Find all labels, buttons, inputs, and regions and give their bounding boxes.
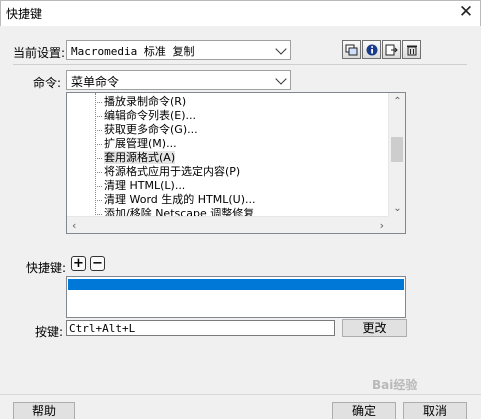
command-label: 命令: [33,76,62,90]
shortcut-list-item-selected[interactable] [68,279,404,290]
tree-item[interactable]: 将源格式应用于选定内容(P) [95,165,240,179]
tree-item[interactable]: 清理 Word 生成的 HTML(U)... [95,193,256,207]
shortcuts-label: 快捷键: [26,261,67,275]
tree-item[interactable]: 清理 HTML(L)... [95,179,185,193]
delete-set-icon [406,45,417,55]
shortcut-list[interactable] [66,276,406,318]
export-html-button[interactable] [382,40,401,59]
key-label: 按键: [35,325,64,339]
info-icon [366,44,377,55]
watermark: Bai经验 [372,378,418,392]
chevron-down-icon [275,43,287,55]
scrollbar-corner [388,216,405,233]
info-button[interactable] [362,40,381,59]
scroll-left-icon[interactable]: ‹ [72,219,76,232]
tree-item[interactable]: 播放录制命令(R) [95,95,186,109]
key-value: Ctrl+Alt+L [69,322,136,335]
chevron-down-icon [275,73,287,85]
help-button[interactable]: 帮助 [13,402,75,419]
close-button[interactable]: ✕ [451,0,481,26]
ok-button[interactable]: 确定 [332,402,396,419]
delete-set-button[interactable] [402,40,421,59]
tree-item[interactable]: 获取更多命令(G)... [95,123,198,137]
scroll-right-icon[interactable]: › [380,219,384,232]
horizontal-scrollbar[interactable]: ‹ › [67,216,389,233]
export-html-icon [385,44,398,55]
duplicate-set-button[interactable] [342,40,361,59]
current-set-label: 当前设置: [13,46,66,60]
duplicate-set-icon [345,44,358,55]
minus-icon: − [92,256,103,271]
scroll-up-icon[interactable]: ⌃ [393,97,402,107]
plus-icon: + [73,256,84,271]
remove-shortcut-button[interactable]: − [90,256,105,271]
tree-item[interactable]: 编辑命令列表(E)... [95,109,196,123]
change-button[interactable]: 更改 [342,319,407,337]
add-shortcut-button[interactable]: + [71,256,86,271]
command-tree[interactable]: 播放录制命令(R) 编辑命令列表(E)... 获取更多命令(G)... 扩展管理… [66,92,406,234]
title-bar [0,0,481,26]
scrollbar-thumb[interactable] [391,137,403,162]
current-set-dropdown[interactable]: Macromedia 标准 复制 [66,40,291,60]
tree-item[interactable]: 扩展管理(M)... [95,137,177,151]
vertical-scrollbar[interactable]: ⌃ ⌄ [388,93,405,217]
cancel-button[interactable]: 取消 [403,402,467,419]
divider [13,64,467,65]
divider [0,394,481,395]
scroll-down-icon[interactable]: ⌄ [393,204,402,214]
current-set-value: Macromedia 标准 复制 [71,45,195,58]
tree-item-selected[interactable]: 套用源格式(A) [95,151,176,165]
key-input[interactable]: Ctrl+Alt+L [66,320,335,336]
command-dropdown[interactable]: 菜单命令 [66,70,291,90]
command-value: 菜单命令 [71,75,120,89]
window-title: 快捷键 [6,7,43,21]
